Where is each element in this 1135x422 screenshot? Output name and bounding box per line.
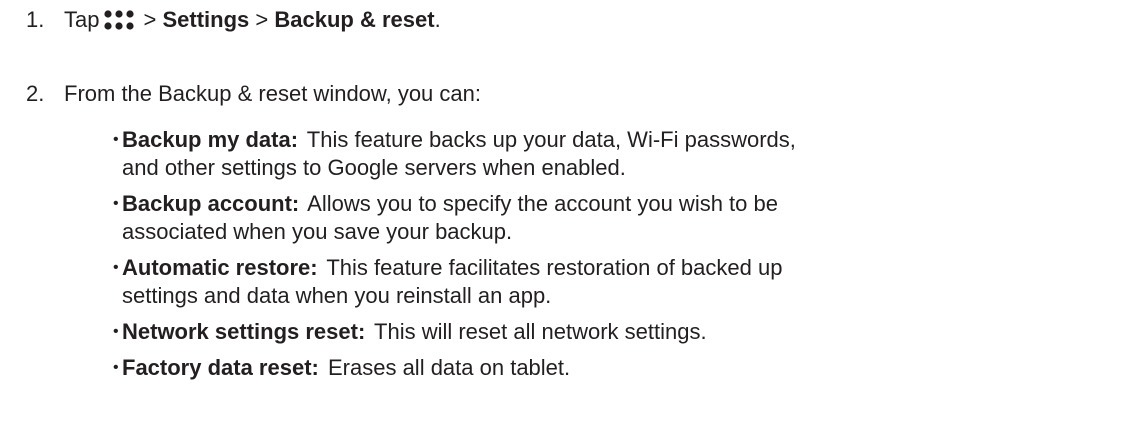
step-number: 2.	[26, 81, 45, 106]
bullet-icon: •	[113, 259, 119, 276]
item-term: Backup my data:	[122, 127, 299, 152]
item-term: Network settings reset:	[122, 319, 366, 344]
list-item-factory-data-reset: • Factory data reset: Erases all data on…	[0, 354, 1135, 382]
bullet-icon: •	[113, 323, 119, 340]
settings-label: Settings	[162, 7, 250, 32]
apps-grid-icon	[104, 10, 135, 30]
options-list: • Backup my data: This feature backs up …	[0, 126, 1135, 390]
period: .	[434, 7, 441, 32]
list-item-network-settings-reset: • Network settings reset: This will rese…	[0, 318, 1135, 346]
list-item-backup-account: • Backup account: Allows you to specify …	[0, 190, 1135, 246]
step-1: 1. Tap > Settings > Backup & reset.	[0, 6, 1135, 34]
step-1-text: Tap > Settings > Backup & reset.	[64, 6, 441, 34]
bullet-icon: •	[113, 195, 119, 212]
item-term: Automatic restore:	[122, 255, 318, 280]
separator: >	[143, 7, 157, 32]
bullet-icon: •	[113, 359, 119, 376]
item-term: Backup account:	[122, 191, 300, 216]
item-term: Factory data reset:	[122, 355, 319, 380]
step-2: 2. From the Backup & reset window, you c…	[0, 80, 1135, 108]
separator: >	[255, 7, 269, 32]
list-item-backup-my-data: • Backup my data: This feature backs up …	[0, 126, 1135, 182]
step-number: 1.	[26, 7, 45, 32]
bullet-icon: •	[113, 131, 119, 148]
item-description: Erases all data on tablet.	[327, 355, 571, 380]
list-item-automatic-restore: • Automatic restore: This feature facili…	[0, 254, 1135, 310]
tap-label: Tap	[64, 7, 100, 32]
step-2-text: From the Backup & reset window, you can:	[64, 81, 481, 106]
item-description: This will reset all network settings.	[374, 319, 707, 344]
backup-reset-label: Backup & reset	[274, 7, 435, 32]
